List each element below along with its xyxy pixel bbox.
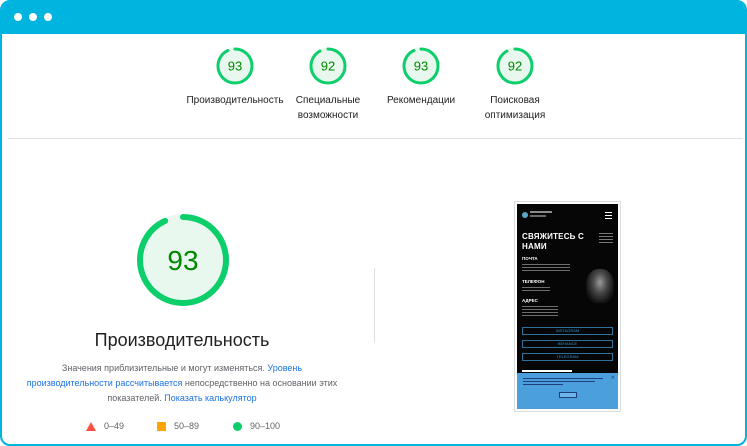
performance-title: Производительность bbox=[94, 330, 270, 350]
gauge-score: 92 bbox=[508, 59, 522, 74]
window-titlebar bbox=[2, 2, 745, 34]
gauge-icon: 92 bbox=[309, 47, 347, 85]
gauge-label-line: оптимизация bbox=[484, 110, 546, 121]
window-dot-icon[interactable] bbox=[44, 13, 52, 21]
triangle-icon bbox=[86, 421, 96, 431]
gauge-score: 92 bbox=[321, 59, 335, 74]
window-dot-icon[interactable] bbox=[14, 13, 22, 21]
logo-icon bbox=[522, 212, 528, 218]
legend-label: 0–49 bbox=[104, 421, 125, 431]
legend-label: 50–89 bbox=[174, 421, 200, 431]
gauge-icon: 92 bbox=[496, 47, 534, 85]
preview-button: TELEGRAM bbox=[522, 353, 613, 361]
gauge-icon: 93 bbox=[402, 47, 440, 85]
legend-poor: 0–49 bbox=[86, 421, 124, 431]
summary-gauge-seo[interactable]: 92 Поисковая оптимизация bbox=[455, 46, 575, 123]
performance-gauge: 93 bbox=[137, 214, 229, 306]
preview-heading: АДРЕС bbox=[522, 298, 538, 303]
close-icon: ✕ bbox=[610, 375, 615, 381]
description-text: Значения приблизительные и могут изменят… bbox=[61, 363, 265, 373]
preview-screen: СВЯЖИТЕСЬ С НАМИ ПОЧТА ТЕЛЕФОН АДРЕС INS… bbox=[517, 204, 618, 409]
legend-average: 50–89 bbox=[157, 421, 199, 431]
preview-heading: ТЕЛЕФОН bbox=[522, 279, 545, 284]
gauge-score: 93 bbox=[414, 59, 428, 74]
gauge-score: 93 bbox=[228, 59, 242, 74]
score-legend: 0–49 50–89 90–100 bbox=[2, 421, 362, 435]
section-divider bbox=[8, 138, 743, 139]
summary-scores: 93 Производительность 92 Специальные воз… bbox=[2, 46, 745, 136]
preview-title: СВЯЖИТЕСЬ С НАМИ bbox=[522, 232, 585, 251]
legend-label: 90–100 bbox=[250, 421, 281, 431]
show-calculator-link[interactable]: Показать калькулятор bbox=[164, 393, 256, 403]
performance-score: 93 bbox=[167, 245, 198, 276]
browser-window: 93 Производительность 92 Специальные воз… bbox=[0, 0, 747, 446]
preview-button: INSTAGRAM bbox=[522, 327, 613, 335]
cookie-accept-button bbox=[559, 392, 577, 398]
cookie-banner: ✕ bbox=[517, 373, 618, 409]
preview-heading: ПОЧТА bbox=[522, 256, 538, 261]
face-image bbox=[586, 269, 614, 303]
gauge-icon: 93 bbox=[216, 47, 254, 85]
window-dot-icon[interactable] bbox=[29, 13, 37, 21]
menu-icon bbox=[605, 212, 612, 221]
preview-button: BEHANCE bbox=[522, 340, 613, 348]
gauge-label-line: возможности bbox=[297, 110, 359, 121]
page-screenshot-preview[interactable]: СВЯЖИТЕСЬ С НАМИ ПОЧТА ТЕЛЕФОН АДРЕС INS… bbox=[514, 201, 621, 412]
performance-description: Значения приблизительные и могут изменят… bbox=[22, 361, 342, 406]
legend-good: 90–100 bbox=[233, 421, 280, 431]
circle-icon bbox=[233, 421, 242, 431]
square-icon bbox=[157, 421, 166, 431]
gauge-label: Поисковая оптимизация bbox=[455, 93, 575, 123]
vertical-divider bbox=[374, 268, 375, 342]
gauge-label-line: Поисковая bbox=[490, 95, 540, 106]
